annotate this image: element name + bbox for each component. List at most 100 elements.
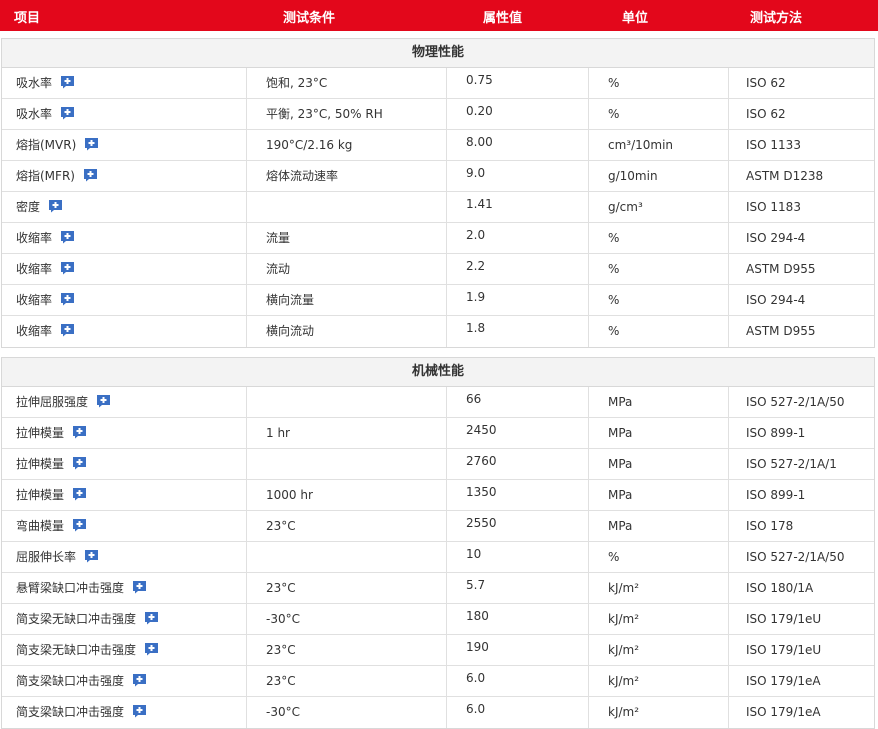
test-method: ISO 899-1 [746,488,806,502]
unit: % [608,231,620,245]
test-method: ISO 294-4 [746,231,806,245]
test-method: ISO 527-2/1A/50 [746,550,845,564]
add-comment-icon[interactable] [60,292,75,306]
add-comment-icon[interactable] [144,611,159,625]
column-divider [246,666,247,696]
unit: % [608,76,620,90]
property-name: 屈服伸长率 [16,550,77,564]
property-name-cell: 简支梁缺口冲击强度 [16,697,147,728]
add-comment-icon[interactable] [96,394,111,408]
property-name-cell: 简支梁无缺口冲击强度 [16,604,159,634]
property-value: 5.7 [466,578,486,592]
add-comment-icon[interactable] [132,704,147,718]
add-comment-icon[interactable] [72,518,87,532]
test-method: ISO 1183 [746,200,801,214]
property-value: 2550 [466,516,497,530]
unit: kJ/m² [608,612,640,626]
test-condition: 1 hr [266,426,290,440]
property-value: 10 [466,547,482,561]
add-comment-icon[interactable] [60,75,75,89]
unit: kJ/m² [608,705,640,719]
property-name: 弯曲模量 [16,519,65,533]
property-name-cell: 拉伸屈服强度 [16,387,111,417]
test-method: ASTM D955 [746,324,816,338]
add-comment-icon[interactable] [72,425,87,439]
unit: % [608,107,620,121]
column-divider [446,604,447,634]
column-divider [728,666,729,696]
column-divider [246,223,247,253]
column-divider [446,511,447,541]
column-divider [728,635,729,665]
header-unit: 单位 [622,11,649,26]
column-divider [446,480,447,510]
test-method: ISO 1133 [746,138,801,152]
column-divider [446,635,447,665]
add-comment-icon[interactable] [83,168,98,182]
column-divider [728,254,729,284]
unit: % [608,262,620,276]
property-value: 2.0 [466,228,486,242]
property-name-cell: 收缩率 [16,254,75,284]
add-comment-icon[interactable] [84,137,99,151]
table-row: 收缩率 横向流量 1.9% ISO 294-4 [2,285,874,316]
column-divider [728,192,729,222]
add-comment-icon[interactable] [144,642,159,656]
add-comment-icon[interactable] [84,549,99,563]
column-divider [728,480,729,510]
column-divider [728,697,729,728]
unit: kJ/m² [608,581,640,595]
column-divider [446,223,447,253]
test-method: ISO 179/1eA [746,674,821,688]
test-condition: 横向流量 [266,293,315,307]
test-condition: 1000 hr [266,488,313,502]
column-divider [446,418,447,448]
column-divider [588,666,589,696]
property-value: 2.2 [466,259,486,273]
add-comment-icon[interactable] [60,230,75,244]
property-name-cell: 收缩率 [16,316,75,347]
column-divider [446,449,447,479]
column-divider [246,511,247,541]
column-divider [588,68,589,98]
unit: kJ/m² [608,643,640,657]
column-divider [588,130,589,160]
add-comment-icon[interactable] [72,487,87,501]
column-divider [446,161,447,191]
property-value: 0.20 [466,104,493,118]
column-divider [728,542,729,572]
add-comment-icon[interactable] [60,261,75,275]
property-name-cell: 密度 [16,192,63,222]
column-divider [728,573,729,603]
column-divider [446,285,447,315]
column-divider [246,635,247,665]
property-name: 拉伸模量 [16,457,65,471]
column-divider [246,418,247,448]
unit: g/10min [608,169,658,183]
column-divider [588,604,589,634]
column-divider [246,192,247,222]
add-comment-icon[interactable] [48,199,63,213]
add-comment-icon[interactable] [60,323,75,337]
table-row: 拉伸模量 1000 hr 1350 MPa ISO 899-1 [2,480,874,511]
add-comment-icon[interactable] [72,456,87,470]
column-divider [246,573,247,603]
unit: MPa [608,488,633,502]
add-comment-icon[interactable] [132,580,147,594]
property-value: 9.0 [466,166,486,180]
property-name-cell: 屈服伸长率 [16,542,99,572]
test-condition: 饱和, 23°C [266,76,328,90]
column-divider [446,573,447,603]
column-divider [588,316,589,347]
column-divider [728,130,729,160]
add-comment-icon[interactable] [132,673,147,687]
column-divider [588,387,589,417]
property-name-cell: 熔指(MVR) [16,130,99,160]
table-row: 拉伸模量 1 hr 2450 MPa ISO 899-1 [2,418,874,449]
add-comment-icon[interactable] [60,106,75,120]
column-divider [588,449,589,479]
test-condition: 23°C [266,519,296,533]
property-name: 密度 [16,200,41,214]
property-name-cell: 收缩率 [16,285,75,315]
column-divider [728,285,729,315]
